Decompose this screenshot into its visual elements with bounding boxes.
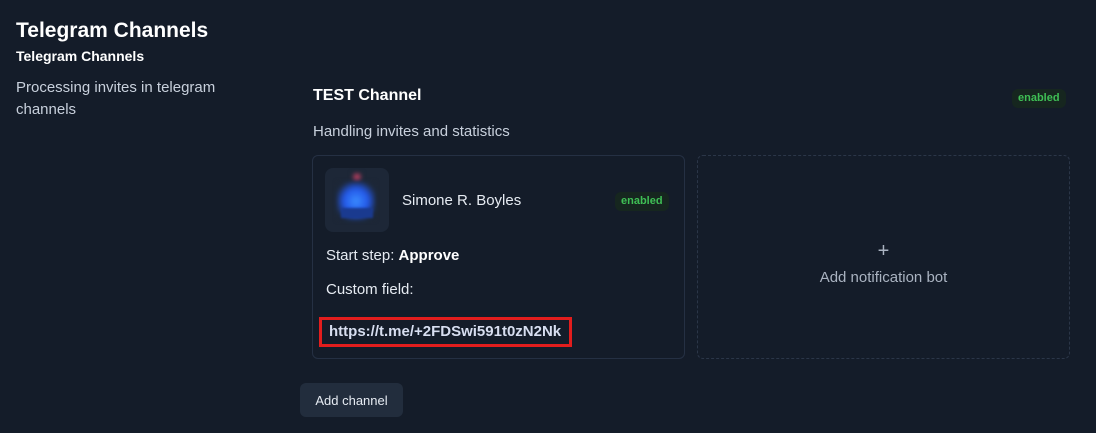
bot-card[interactable]: Simone R. Boyles enabled Start step: App… [312,155,685,359]
bot-avatar [325,168,389,232]
add-channel-button[interactable]: Add channel [300,383,403,417]
page-description: Processing invites in telegram channels [16,79,216,118]
bot-status-badge: enabled [615,192,669,211]
custom-field-label: Custom field: [326,281,414,298]
bot-name: Simone R. Boyles [402,192,522,209]
start-step: Start step: Approve [326,247,459,264]
page-subtitle: Telegram Channels [16,48,145,64]
channel-title: TEST Channel [313,87,422,104]
plus-icon: + [877,239,890,262]
invite-link[interactable]: https://t.me/+2FDSwi591t0zN2Nk [319,317,573,347]
start-step-label: Start step: [326,247,395,264]
avatar-accent [351,172,363,182]
add-notification-bot-label: Add notification bot [819,268,948,286]
telegram-channels-page: Telegram Channels Telegram Channels Proc… [0,0,1096,433]
start-step-value: Approve [398,247,460,264]
channel-description: Handling invites and statistics [313,123,510,140]
page-title: Telegram Channels [16,19,209,42]
add-notification-bot-button[interactable]: + Add notification bot [697,155,1070,359]
channel-status-badge: enabled [1012,89,1066,108]
avatar-base [341,208,373,218]
